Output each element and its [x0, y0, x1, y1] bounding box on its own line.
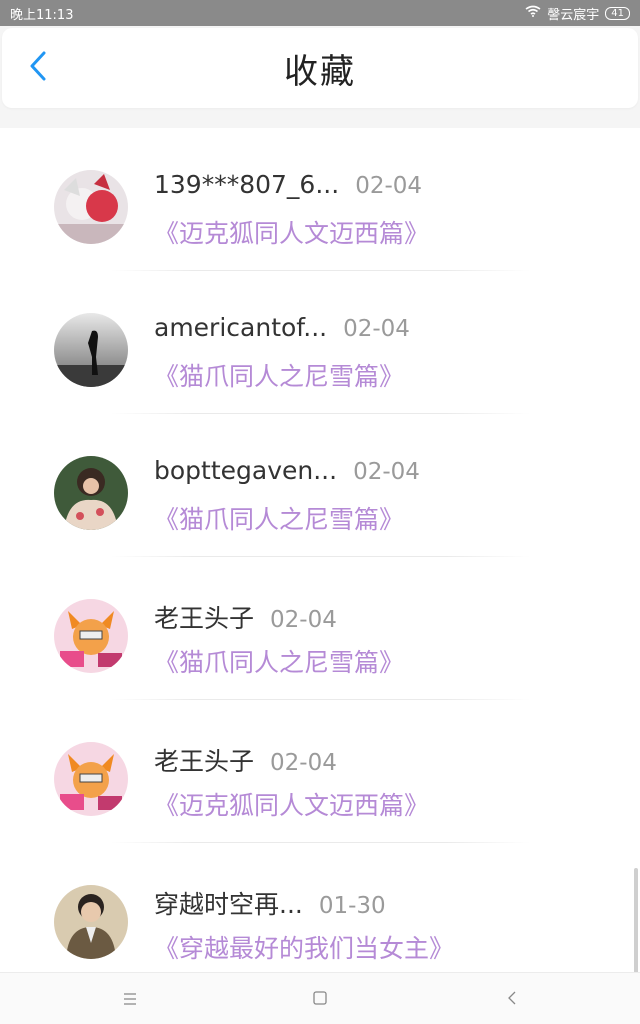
- user-name: 139***807_6...: [154, 170, 340, 199]
- book-title[interactable]: 《迈克狐同人文迈西篇》: [154, 786, 429, 822]
- favorites-list: 139***807_6... 02-04 《迈克狐同人文迈西篇》 america…: [0, 128, 640, 972]
- header-bar: 收藏: [2, 28, 638, 108]
- list-item[interactable]: 139***807_6... 02-04 《迈克狐同人文迈西篇》: [0, 128, 640, 271]
- avatar[interactable]: [54, 885, 128, 959]
- system-nav-bar: [0, 972, 640, 1024]
- user-name: americantof...: [154, 313, 328, 342]
- status-bar: 晚上11:13 謦云宸宇 41: [0, 0, 640, 26]
- item-date: 02-04: [353, 459, 420, 485]
- list-item[interactable]: 老王头子 02-04 《猫爪同人之尼雪篇》: [0, 557, 640, 700]
- status-time: 晚上11:13: [10, 7, 74, 23]
- avatar[interactable]: [54, 599, 128, 673]
- back-button[interactable]: [20, 50, 56, 86]
- avatar[interactable]: [54, 170, 128, 244]
- avatar[interactable]: [54, 456, 128, 530]
- book-title[interactable]: 《猫爪同人之尼雪篇》: [154, 357, 404, 393]
- item-header: americantof... 02-04: [154, 313, 410, 342]
- book-title[interactable]: 《猫爪同人之尼雪篇》: [154, 500, 404, 536]
- item-date: 02-04: [270, 607, 337, 633]
- item-date: 02-04: [343, 316, 410, 342]
- battery-icon: 41: [605, 6, 630, 20]
- book-title[interactable]: 《迈克狐同人文迈西篇》: [154, 214, 429, 250]
- home-icon: [313, 990, 327, 1009]
- wifi-icon: [525, 5, 541, 21]
- carrier-name: 謦云宸宇: [547, 7, 600, 23]
- list-item[interactable]: americantof... 02-04 《猫爪同人之尼雪篇》: [0, 271, 640, 414]
- home-button[interactable]: [308, 987, 332, 1011]
- chevron-left-icon: [29, 50, 47, 86]
- book-title[interactable]: 《穿越最好的我们当女主》: [154, 929, 454, 965]
- item-date: 01-30: [318, 893, 386, 919]
- avatar[interactable]: [54, 742, 128, 816]
- user-name: 老王头子: [154, 604, 255, 633]
- list-item[interactable]: bopttegaven... 02-04 《猫爪同人之尼雪篇》: [0, 414, 640, 557]
- item-header: 老王头子 02-04: [154, 599, 337, 635]
- list-item[interactable]: 老王头子 02-04 《迈克狐同人文迈西篇》: [0, 700, 640, 843]
- user-name: 老王头子: [154, 747, 255, 776]
- item-header: 穿越时空再... 01-30: [154, 885, 386, 921]
- menu-button[interactable]: [118, 987, 142, 1011]
- status-indicators: 謦云宸宇 41: [525, 4, 630, 23]
- avatar[interactable]: [54, 313, 128, 387]
- user-name: 穿越时空再...: [154, 890, 303, 919]
- list-item[interactable]: 穿越时空再... 01-30 《穿越最好的我们当女主》: [0, 843, 640, 972]
- item-header: 老王头子 02-04: [154, 742, 337, 778]
- nav-back-button[interactable]: [500, 987, 524, 1011]
- user-name: bopttegaven...: [154, 456, 338, 485]
- page-title: 收藏: [284, 51, 356, 92]
- item-header: 139***807_6... 02-04: [154, 170, 422, 199]
- menu-icon: [123, 990, 137, 1009]
- item-date: 02-04: [355, 173, 423, 199]
- item-date: 02-04: [270, 750, 337, 776]
- item-header: bopttegaven... 02-04: [154, 456, 420, 485]
- book-title[interactable]: 《猫爪同人之尼雪篇》: [154, 643, 404, 679]
- scrollbar[interactable]: [634, 868, 638, 972]
- battery-level: 41: [611, 7, 624, 19]
- nav-back-icon: [507, 990, 517, 1009]
